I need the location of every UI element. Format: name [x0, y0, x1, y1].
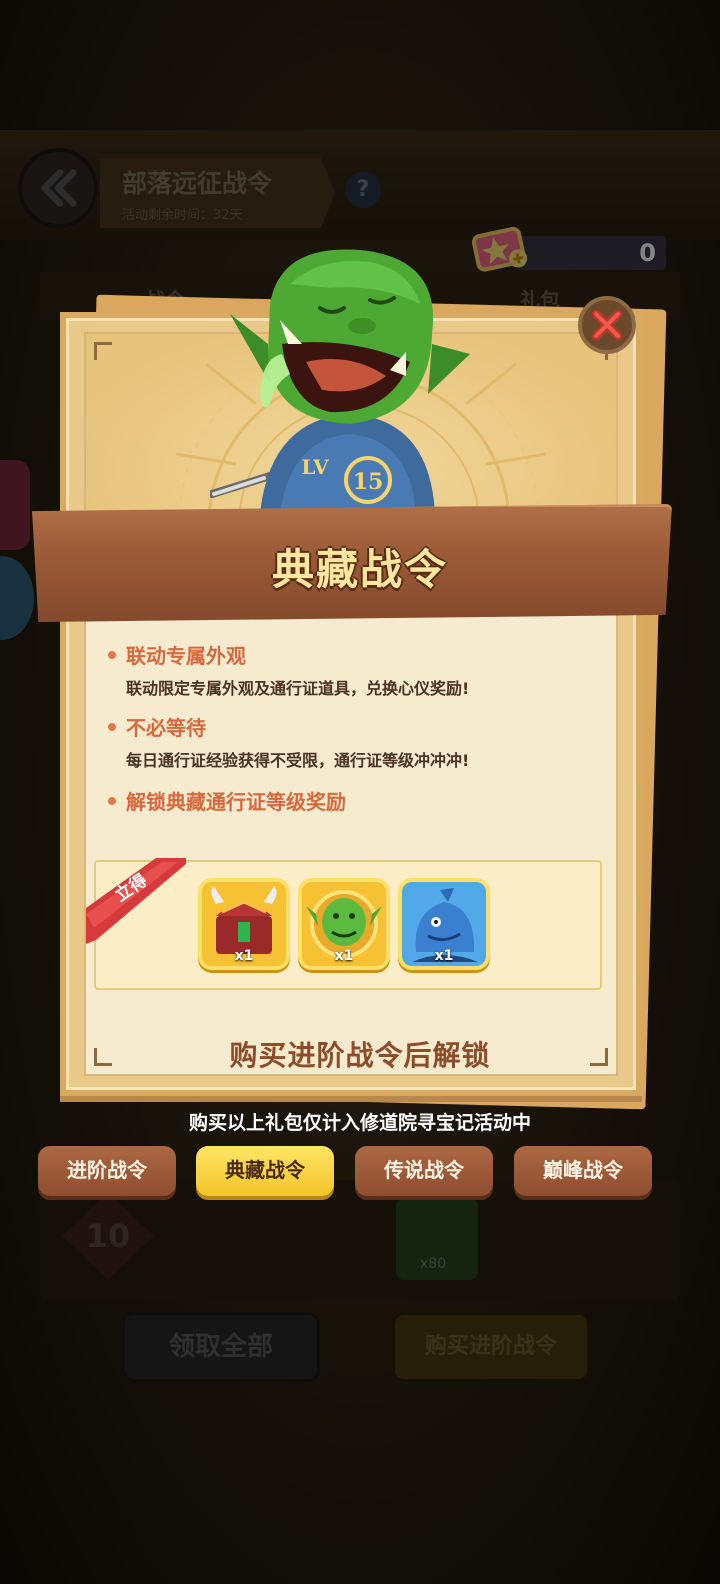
- feature-item: 不必等待 每日通行证经验获得不受限，通行证等级冲冲冲!: [108, 712, 469, 771]
- close-x-icon: [592, 310, 622, 340]
- feature-description: 联动限定专属外观及通行证道具，兑换心仪奖励!: [126, 679, 470, 698]
- feature-item: 联动专属外观 联动限定专属外观及通行证道具，兑换心仪奖励!: [108, 640, 469, 699]
- reward-count: x1: [234, 948, 254, 964]
- instant-ribbon: 立得: [86, 858, 186, 944]
- tier-tab-peak[interactable]: 巅峰战令: [514, 1146, 652, 1196]
- reward-item[interactable]: x1: [398, 878, 490, 970]
- reward-item[interactable]: x1: [198, 878, 290, 970]
- reward-count: x1: [334, 948, 354, 964]
- feature-description: 每日通行证经验获得不受限，通行证等级冲冲冲!: [126, 751, 470, 770]
- goblin-shirt-text: LV: [301, 455, 329, 479]
- tier-tab-legendary[interactable]: 传说战令: [355, 1146, 493, 1196]
- tier-tab-advanced[interactable]: 进阶战令: [38, 1146, 176, 1196]
- tier-tab-collector[interactable]: 典藏战令: [196, 1146, 334, 1196]
- close-button[interactable]: [578, 296, 636, 354]
- corner-ornament: [94, 342, 112, 360]
- feature-item: 解锁典藏通行证等级奖励: [108, 786, 346, 815]
- feature-heading: 解锁典藏通行证等级奖励: [126, 790, 346, 814]
- reward-count: x1: [434, 948, 454, 964]
- feature-heading: 不必等待: [126, 716, 206, 740]
- unlock-hint: 购买进阶战令后解锁: [229, 1039, 491, 1072]
- purchase-notice: 购买以上礼包仅计入修道院寻宝记活动中: [188, 1112, 531, 1134]
- goblin-mascot-illustration: 15 LV: [210, 249, 470, 514]
- bullet-dot: [108, 651, 116, 659]
- bullet-dot: [108, 723, 116, 731]
- feature-heading: 联动专属外观: [126, 644, 246, 668]
- popup-title: 典藏战令: [271, 545, 448, 594]
- reward-item[interactable]: x1: [298, 878, 390, 970]
- goblin-badge-number: 15: [353, 469, 384, 495]
- bullet-dot: [108, 797, 116, 805]
